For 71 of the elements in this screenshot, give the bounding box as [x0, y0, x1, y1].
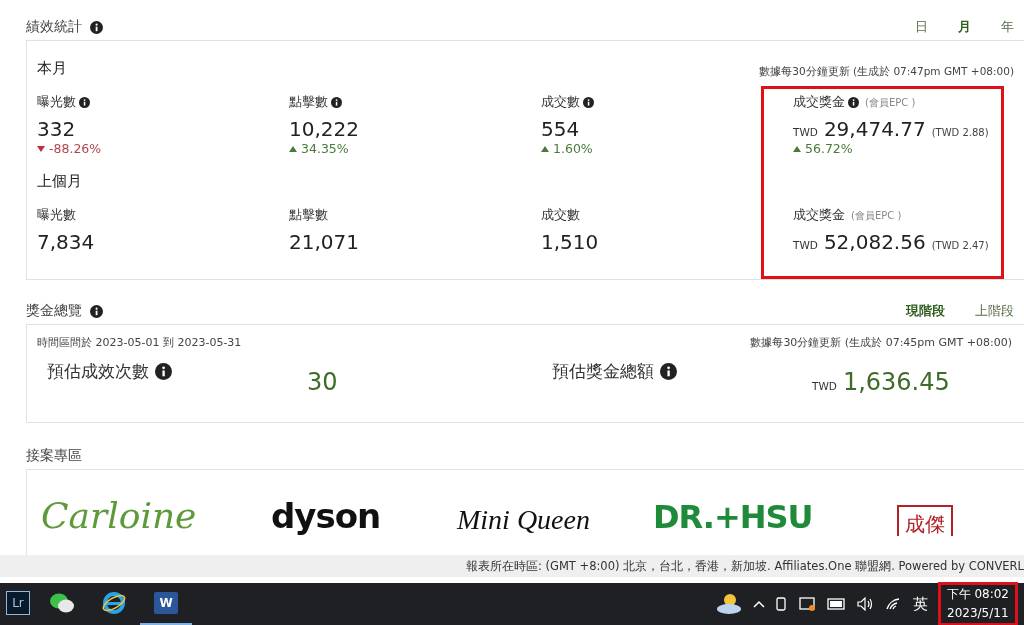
section-title: 績效統計	[26, 18, 82, 36]
info-icon	[583, 97, 594, 108]
metric-value: 29,474.77	[823, 117, 926, 141]
footer-text: 報表所在時區: (GMT +8:00) 北京，台北，香港，新加坡. Affiliates.One 聯盟網. Powered by CONVERL	[466, 558, 1024, 574]
update-note: 數據每30分鐘更新 (生成於 07:47pm GMT +08:00)	[758, 64, 1014, 79]
brand-logo[interactable]: dyson	[271, 496, 457, 536]
change-value: -88.26%	[37, 141, 289, 156]
metric-label: 成交獎金	[793, 94, 845, 111]
month-heading: 上個月	[37, 171, 83, 192]
monitor-icon[interactable]	[798, 596, 817, 612]
metric-value: 10,222	[289, 117, 359, 141]
stage-tab[interactable]: 上階段	[975, 302, 1014, 320]
brand-logo[interactable]: Mini Queen	[457, 504, 653, 536]
epc-value: (TWD 2.47)	[931, 240, 989, 251]
change-value: 1.60%	[541, 141, 763, 156]
taskbar-app[interactable]: W	[140, 583, 192, 625]
month-heading: 本月	[37, 58, 68, 79]
battery-icon[interactable]	[826, 598, 847, 610]
estimate-label: 預估成效次數	[47, 360, 149, 383]
estimate-value: 1,636.45	[842, 368, 950, 396]
info-icon	[660, 363, 677, 380]
metric-value: 52,082.56	[823, 230, 926, 254]
taskbar-app[interactable]: Lr	[0, 583, 36, 625]
brand-logo[interactable]: DR.+HSU	[653, 498, 897, 536]
metric-label: 點擊數	[289, 207, 328, 224]
metric-label: 成交獎金	[793, 207, 845, 224]
speaker-icon[interactable]	[856, 597, 875, 611]
metric-label: 曝光數	[37, 207, 76, 224]
chat-bubbles-icon	[49, 592, 75, 614]
currency-label: TWD	[793, 126, 818, 138]
taskbar-clock[interactable]: 下午 08:02 2023/5/11	[937, 582, 1018, 625]
update-note: 數據每30分鐘更新 (生成於 07:45pm GMT +08:00)	[750, 335, 1012, 350]
info-icon	[90, 304, 103, 318]
stage-tab[interactable]: 現階段	[906, 302, 945, 320]
date-range: 時間區間於 2023-05-01 到 2023-05-31	[37, 335, 242, 350]
metric-value: 21,071	[289, 230, 359, 254]
metric-value: 1,510	[541, 230, 599, 254]
metric-value: 332	[37, 117, 76, 141]
metric-label: 點擊數	[289, 94, 328, 111]
metric-value: 7,834	[37, 230, 95, 254]
period-tab[interactable]: 月	[958, 18, 971, 36]
info-icon	[79, 97, 90, 108]
metric-label: 曝光數	[37, 94, 76, 111]
estimate-label: 預估獎金總額	[552, 360, 654, 383]
browser-e-icon	[102, 591, 126, 615]
estimate-value: 30	[307, 368, 338, 396]
brand-logo[interactable]: 成傑	[897, 505, 953, 536]
currency-label: TWD	[812, 380, 837, 392]
section-title: 獎金總覽	[26, 302, 82, 320]
cloud-moon-icon[interactable]	[714, 592, 743, 616]
info-icon	[848, 97, 859, 108]
currency-label: TWD	[793, 239, 818, 251]
epc-value: (TWD 2.88)	[931, 127, 989, 138]
info-icon	[155, 363, 172, 380]
chevron-up-icon[interactable]	[752, 600, 765, 608]
input-method-indicator[interactable]: 英	[912, 594, 928, 614]
epc-label: (會員EPC )	[851, 208, 902, 223]
change-value: 56.72%	[793, 141, 1014, 156]
change-value: 34.35%	[289, 141, 541, 156]
device-icon[interactable]	[774, 596, 789, 612]
metric-label: 成交數	[541, 207, 580, 224]
section-title: 接案專區	[26, 447, 82, 465]
metric-label: 成交數	[541, 94, 580, 111]
epc-label: (會員EPC )	[865, 95, 916, 110]
period-tab[interactable]: 年	[1001, 18, 1014, 36]
info-icon	[90, 20, 103, 34]
metric-value: 554	[541, 117, 580, 141]
word-icon: W	[154, 592, 178, 614]
info-icon	[331, 97, 342, 108]
app-icon: Lr	[6, 591, 30, 615]
period-tab[interactable]: 日	[915, 18, 928, 36]
